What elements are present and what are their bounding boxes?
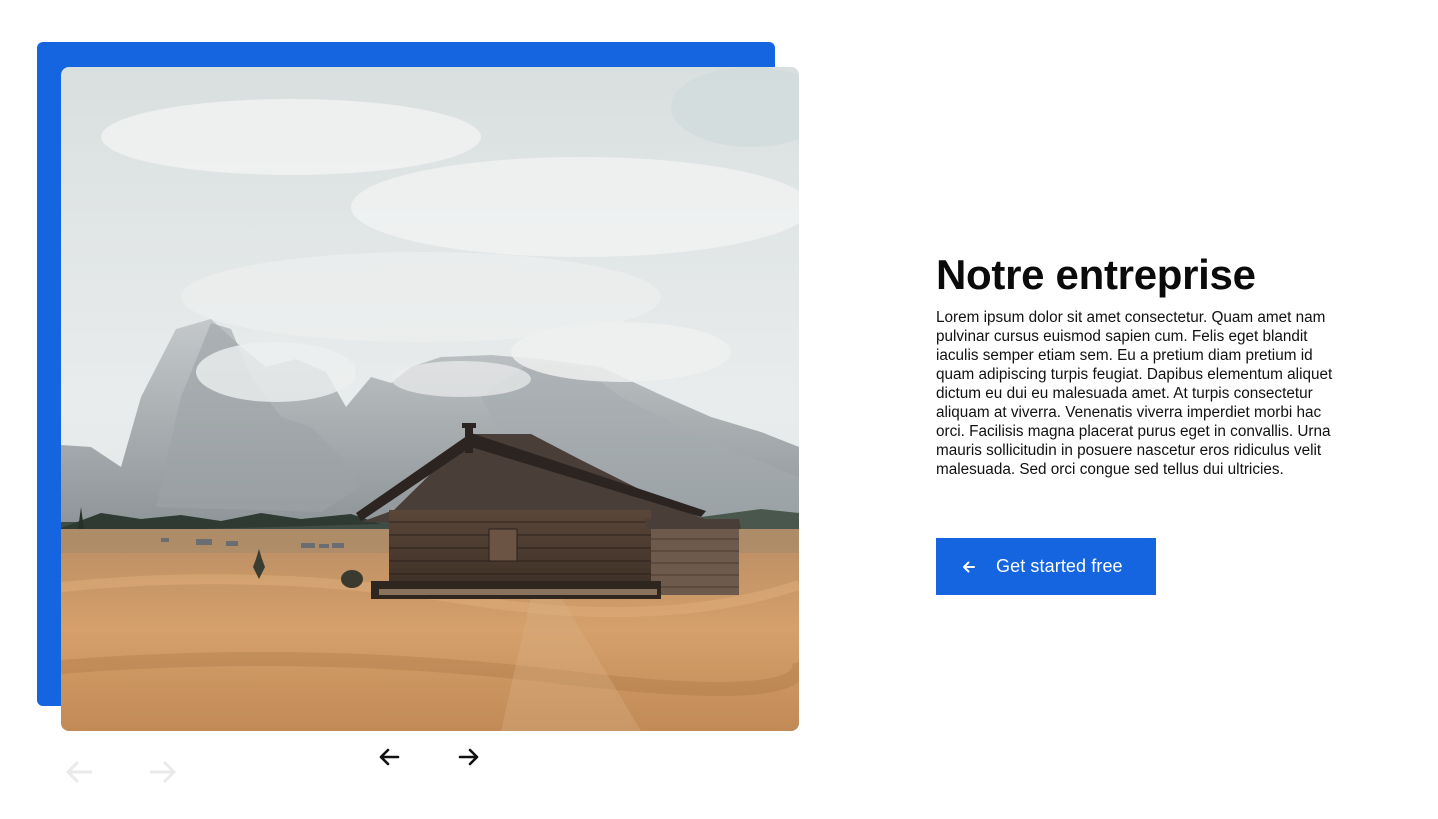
get-started-label: Get started free	[996, 556, 1123, 576]
arrow-left-icon	[62, 758, 96, 786]
section-title: Notre entreprise	[936, 251, 1256, 298]
arrow-left-icon	[962, 559, 978, 575]
section-body: Lorem ipsum dolor sit amet consectetur. …	[936, 309, 1333, 478]
hero-image	[61, 67, 799, 731]
arrow-right-icon	[146, 758, 180, 786]
arrow-left-icon	[378, 747, 400, 770]
carousel-navigation	[374, 744, 484, 772]
ghost-carousel-arrows	[62, 758, 180, 786]
arrow-right-icon	[458, 747, 480, 770]
carousel-next-button[interactable]	[454, 744, 484, 772]
carousel-prev-button[interactable]	[374, 744, 404, 772]
about-section: Notre entreprise Lorem ipsum dolor sit a…	[936, 250, 1346, 479]
get-started-button[interactable]: Get started free	[936, 538, 1156, 595]
